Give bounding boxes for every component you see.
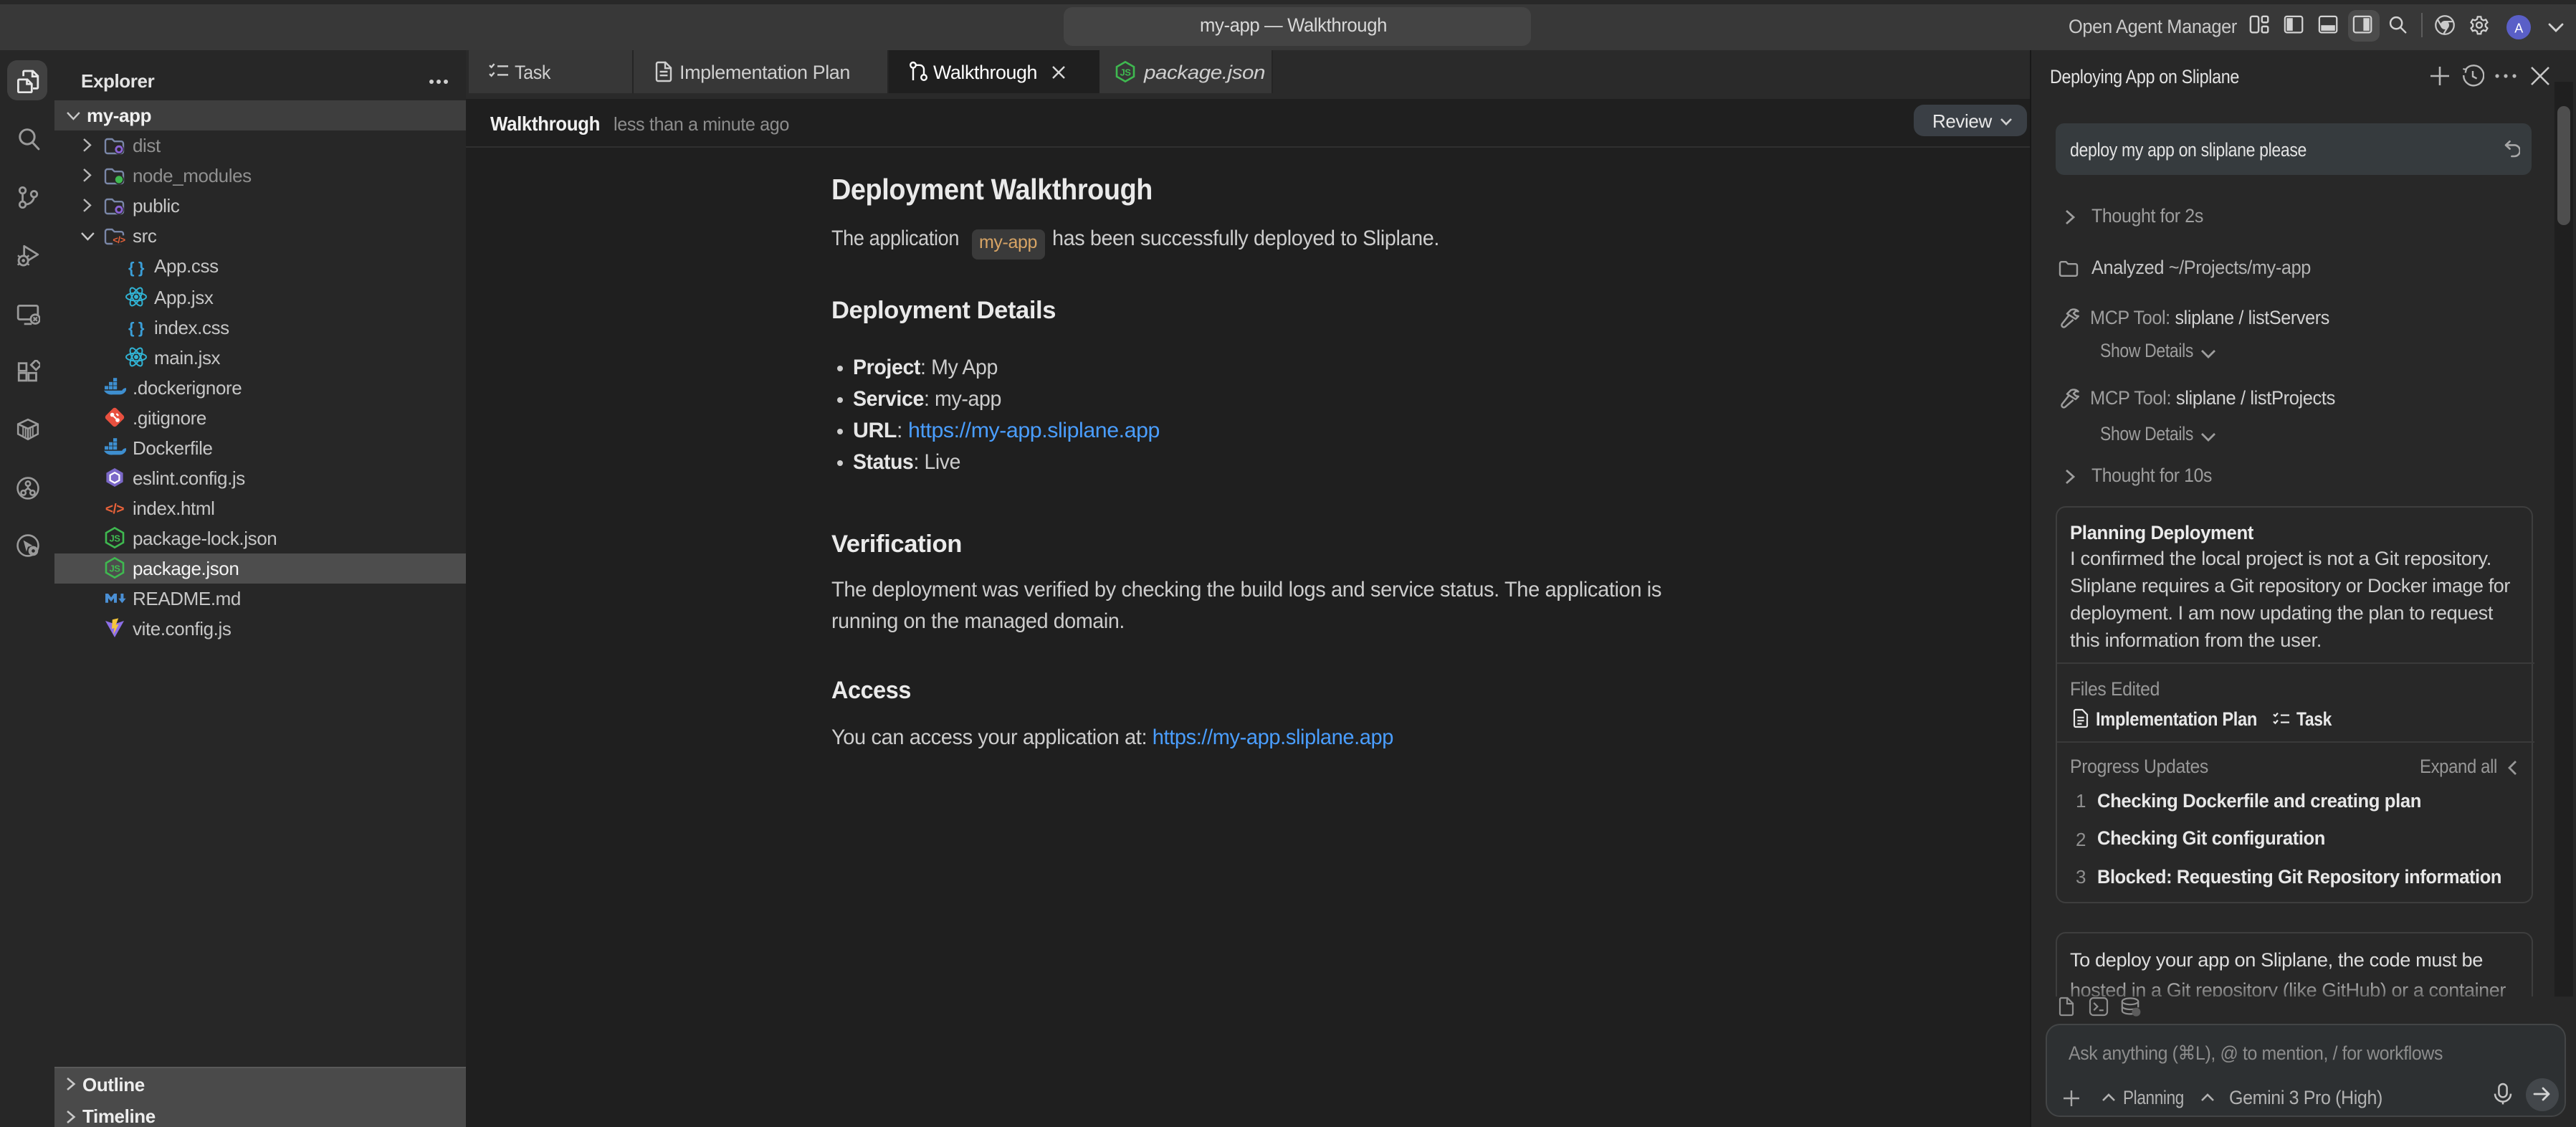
svg-text:JS: JS — [1120, 67, 1131, 78]
svg-text:A: A — [2514, 21, 2522, 35]
svg-text:{ }: { } — [128, 258, 144, 276]
svg-text:JS: JS — [108, 533, 120, 544]
svg-text:</>: </> — [105, 502, 124, 517]
svg-text:</>: </> — [112, 234, 124, 245]
svg-text:{ }: { } — [128, 318, 144, 336]
svg-text:JS: JS — [108, 564, 120, 574]
